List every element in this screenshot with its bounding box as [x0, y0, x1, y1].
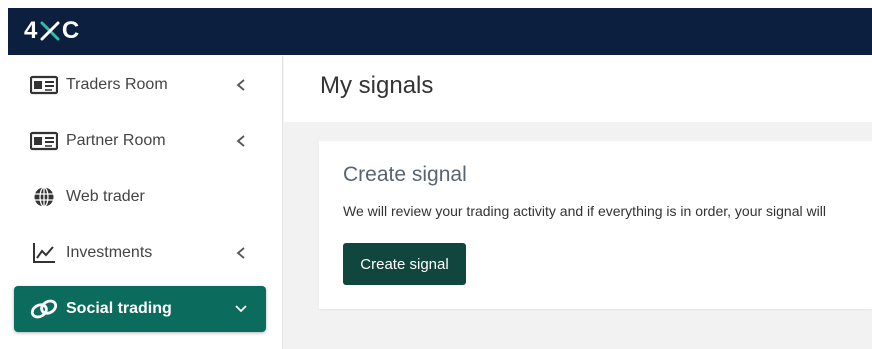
id-card-icon	[30, 130, 58, 152]
link-icon	[30, 298, 58, 320]
sidebar-item-social-trading[interactable]: Social trading	[14, 286, 266, 332]
create-signal-button[interactable]: Create signal	[343, 243, 466, 285]
chevron-down-icon[interactable]	[234, 300, 248, 318]
sidebar-item-web-trader[interactable]: Web trader	[14, 174, 266, 220]
card-title: Create signal	[343, 163, 467, 186]
page-header: My signals	[284, 56, 872, 122]
chevron-left-icon[interactable]	[234, 132, 248, 150]
id-card-icon	[30, 74, 58, 96]
line-chart-icon	[30, 242, 58, 264]
sidebar: Traders Room Partner Room Web trader Inv…	[0, 56, 283, 349]
logo-x-mark-icon	[40, 21, 60, 41]
chevron-left-icon[interactable]	[234, 76, 248, 94]
sidebar-item-traders-room[interactable]: Traders Room	[14, 62, 266, 108]
brand-logo[interactable]: 4 C	[24, 17, 80, 44]
sidebar-item-partner-room[interactable]: Partner Room	[14, 118, 266, 164]
sidebar-item-label: Web trader	[66, 188, 145, 205]
header-bar: 4 C	[8, 8, 872, 55]
card-description: We will review your trading activity and…	[343, 203, 826, 219]
top-bar: 4 C	[0, 0, 872, 56]
logo-text-left: 4	[24, 17, 38, 44]
chevron-left-icon[interactable]	[234, 244, 248, 262]
sidebar-item-investments[interactable]: Investments	[14, 230, 266, 276]
globe-icon	[30, 186, 58, 208]
page-title: My signals	[320, 72, 434, 99]
logo-text-right: C	[61, 17, 80, 44]
create-signal-card: Create signal We will review your tradin…	[319, 141, 872, 309]
